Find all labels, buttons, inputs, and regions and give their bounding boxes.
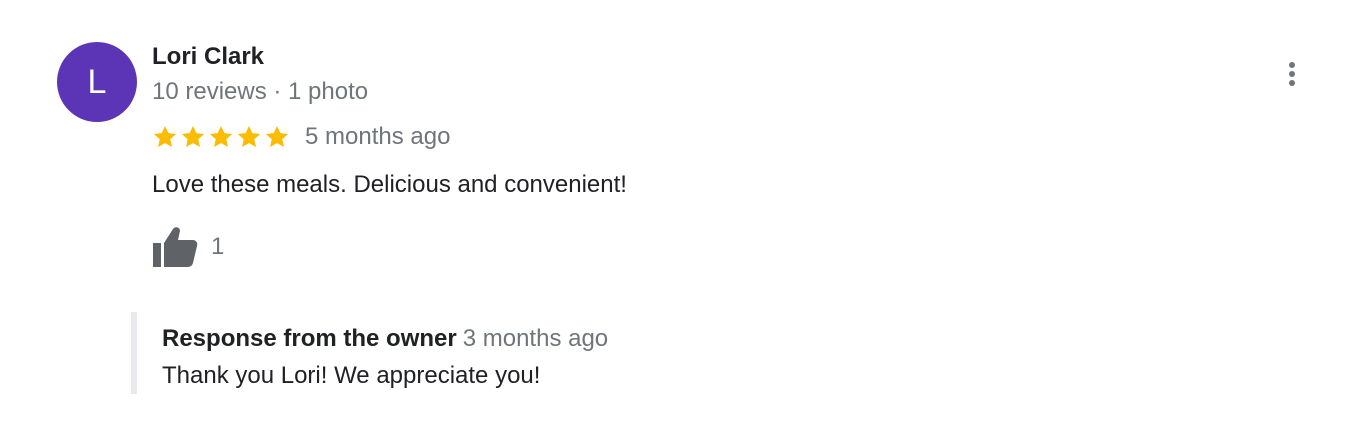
more-vert-icon-dot — [1289, 80, 1295, 86]
star-icon — [181, 125, 205, 147]
avatar[interactable]: L — [57, 42, 137, 122]
star-icon — [209, 125, 233, 147]
reviewer-name[interactable]: Lori Clark — [152, 42, 264, 72]
review-card: L Lori Clark 10 reviews · 1 photo 5 mont… — [0, 0, 1358, 444]
more-options-button[interactable] — [1278, 56, 1306, 92]
star-icon — [153, 125, 177, 147]
star-icon — [237, 125, 261, 147]
owner-response: Response from the owner 3 months ago Than… — [131, 312, 737, 394]
owner-response-header: Response from the owner 3 months ago — [162, 324, 608, 357]
star-icon — [265, 125, 289, 147]
like-count: 1 — [211, 233, 225, 260]
like-button[interactable]: 1 — [152, 226, 224, 268]
owner-response-title: Response from the owner — [162, 325, 457, 352]
star-rating — [152, 124, 290, 150]
rating-row: 5 months ago — [152, 121, 450, 153]
more-vert-icon-dot — [1289, 71, 1295, 77]
review-text: Love these meals. Delicious and convenie… — [152, 171, 627, 198]
owner-response-text: Thank you Lori! We appreciate you! — [162, 362, 541, 389]
more-vert-icon — [1289, 62, 1295, 68]
review-time: 5 months ago — [305, 123, 451, 150]
reviewer-meta: 10 reviews · 1 photo — [152, 78, 369, 105]
owner-response-time: 3 months ago — [462, 325, 609, 352]
thumbs-up-icon — [153, 227, 198, 267]
